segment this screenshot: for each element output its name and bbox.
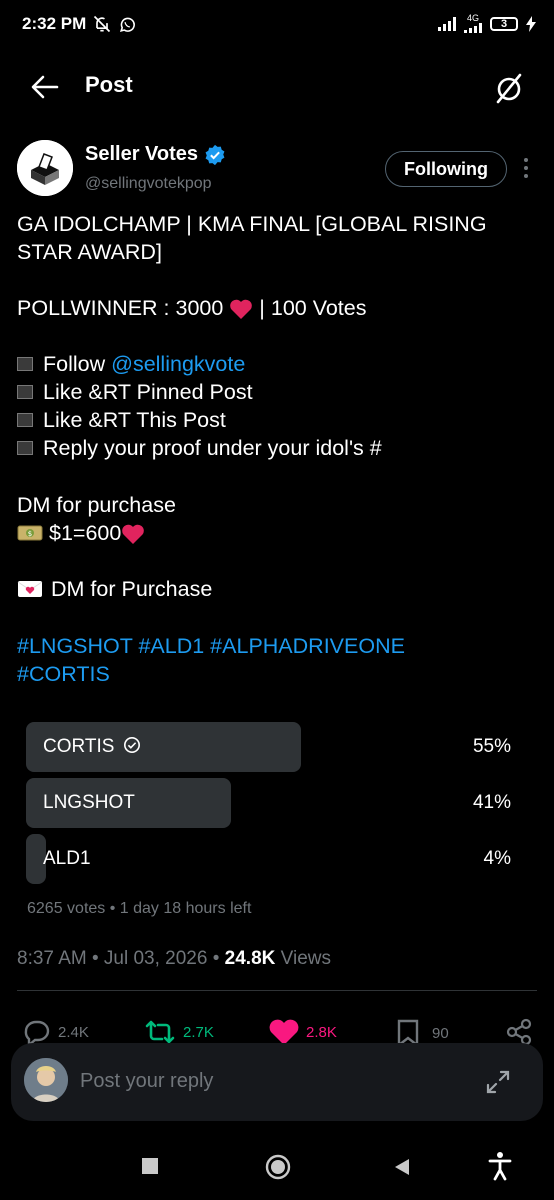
post-timestamp: 8:37 AM • Jul 03, 2026 • 24.8K Views <box>17 948 331 970</box>
network-label: 4G <box>466 13 479 23</box>
price-line: $ $1=600 <box>17 519 537 547</box>
black-square-icon <box>17 440 33 455</box>
dm-line: DM for purchase <box>17 493 176 517</box>
status-left-icons <box>92 14 137 34</box>
whatsapp-icon <box>119 17 135 32</box>
step-3: Like &RT This Post <box>17 406 537 434</box>
reply-input[interactable]: Post your reply <box>80 1070 213 1093</box>
repost-action[interactable]: 2.7K <box>143 1018 214 1046</box>
poll-label-cortis: CORTIS <box>43 736 115 757</box>
money-icon: $ <box>17 525 43 541</box>
poll-label-lngshot: LNGSHOT <box>43 792 135 813</box>
hashtags-line-2[interactable]: #CORTIS <box>17 660 537 688</box>
red-heart-icon <box>230 300 253 320</box>
dm-line-2: DM for Purchase <box>17 575 537 603</box>
poll-label-ald1: ALD1 <box>43 848 91 869</box>
repost-icon <box>145 1020 175 1044</box>
battery-icon: 3 <box>490 16 518 31</box>
verified-badge-icon <box>205 144 225 165</box>
home-button-icon[interactable] <box>264 1153 292 1181</box>
author-name-row: Seller Votes <box>85 143 226 166</box>
charging-icon <box>526 15 536 32</box>
black-square-icon <box>17 356 33 371</box>
timestamp-text: 8:37 AM • Jul 03, 2026 • <box>17 948 225 969</box>
step-2: Like &RT Pinned Post <box>17 378 537 406</box>
check-circle-icon <box>123 736 140 754</box>
black-square-icon <box>17 412 33 427</box>
back-button-icon[interactable] <box>393 1157 411 1177</box>
svg-text:$: $ <box>28 530 32 538</box>
share-action[interactable] <box>505 1018 533 1046</box>
share-icon <box>506 1018 532 1046</box>
poll-option-cortis: CORTIS <box>43 736 141 758</box>
red-heart-icon <box>122 525 145 545</box>
signal-icon <box>438 16 456 31</box>
recent-apps-button[interactable] <box>142 1158 158 1174</box>
step-follow-text: Follow <box>43 352 106 376</box>
poll-percent-cortis: 55% <box>472 736 511 757</box>
expand-icon[interactable] <box>484 1068 512 1096</box>
poll-percent-lngshot: 41% <box>472 792 511 813</box>
reply-count: 2.4K <box>58 1023 89 1041</box>
step-follow: Follow @sellingkvote <box>17 350 537 378</box>
like-action[interactable]: 2.8K <box>268 1018 337 1046</box>
reply-action[interactable]: 2.4K <box>22 1018 89 1046</box>
hashtags-line-1[interactable]: #LNGSHOT #ALD1 #ALPHADRIVEONE <box>17 632 537 660</box>
bell-off-icon <box>93 15 111 33</box>
divider <box>17 990 537 991</box>
following-button[interactable]: Following <box>385 151 507 187</box>
bookmark-count: 90 <box>432 1024 449 1042</box>
profile-photo-icon <box>24 1058 68 1102</box>
more-options-icon[interactable] <box>522 156 530 180</box>
price-text: $1=600 <box>49 521 122 545</box>
poll-percent-ald1: 4% <box>483 848 511 869</box>
pollwinner-suffix: | 100 Votes <box>259 296 367 320</box>
status-time: 2:32 PM <box>22 14 87 33</box>
mention-link[interactable]: @sellingkvote <box>111 352 245 376</box>
author-name[interactable]: Seller Votes <box>85 143 198 166</box>
repost-count: 2.7K <box>183 1023 214 1041</box>
user-avatar <box>24 1058 68 1102</box>
author-avatar[interactable] <box>17 140 73 196</box>
love-letter-icon <box>17 580 43 597</box>
author-handle[interactable]: @sellingvotekpop <box>85 175 212 193</box>
grok-icon[interactable] <box>494 72 524 104</box>
page-title: Post <box>85 72 133 97</box>
poll-meta: 6265 votes • 1 day 18 hours left <box>27 900 252 917</box>
step-3-text: Like &RT This Post <box>43 408 226 432</box>
step-4: Reply your proof under your idol's # <box>17 434 537 462</box>
dm-line-2-text: DM for Purchase <box>51 577 213 601</box>
views-count: 24.8K <box>224 948 276 969</box>
views-label: Views <box>275 948 331 969</box>
pollwinner-line: POLLWINNER : 3000 | 100 Votes <box>17 294 537 322</box>
status-right-icons: 4G 3 <box>438 14 536 33</box>
step-2-text: Like &RT Pinned Post <box>43 380 253 404</box>
signal-icon-2 <box>464 23 482 33</box>
reply-icon <box>24 1020 50 1046</box>
step-4-text: Reply your proof under your idol's # <box>43 436 382 460</box>
accessibility-icon[interactable] <box>486 1150 514 1182</box>
post-title-line: GA IDOLCHAMP | KMA FINAL [GLOBAL RISING … <box>17 212 487 264</box>
black-square-icon <box>17 384 33 399</box>
heart-filled-icon <box>269 1019 299 1045</box>
ballot-box-icon <box>17 140 73 196</box>
like-count: 2.8K <box>306 1023 337 1041</box>
pollwinner-prefix: POLLWINNER : 3000 <box>17 296 224 320</box>
back-arrow-icon[interactable] <box>30 74 60 100</box>
